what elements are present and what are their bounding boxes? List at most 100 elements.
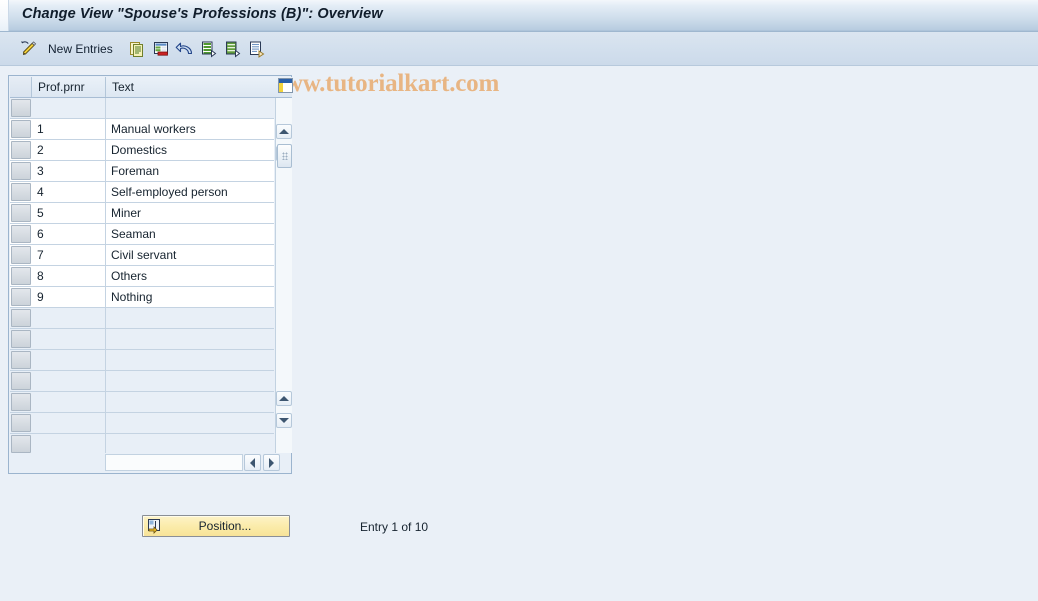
scroll-thumb[interactable] bbox=[277, 144, 292, 168]
column-config-icon[interactable] bbox=[278, 78, 293, 93]
table-row[interactable]: 9 Nothing bbox=[10, 287, 274, 308]
cell-text[interactable]: Self-employed person bbox=[106, 182, 274, 202]
undo-icon[interactable] bbox=[174, 37, 196, 61]
cell-text[interactable]: Others bbox=[106, 266, 274, 286]
row-select-button[interactable] bbox=[11, 372, 31, 390]
page-title: Change View "Spouse's Professions (B)": … bbox=[22, 6, 383, 22]
table-row[interactable]: 3 Foreman bbox=[10, 161, 274, 182]
cell-text[interactable] bbox=[106, 371, 274, 391]
cell-prof[interactable]: 6 bbox=[32, 224, 106, 244]
scroll-page-down-icon[interactable] bbox=[276, 413, 292, 428]
entry-status-text: Entry 1 of 10 bbox=[360, 520, 429, 534]
row-select-button[interactable] bbox=[11, 225, 31, 243]
table-row[interactable] bbox=[10, 434, 274, 453]
cell-text[interactable]: Seaman bbox=[106, 224, 274, 244]
delete-row-icon[interactable] bbox=[150, 37, 172, 61]
cell-prof[interactable] bbox=[32, 308, 106, 328]
cell-prof[interactable]: 7 bbox=[32, 245, 106, 265]
row-select-button[interactable] bbox=[11, 435, 31, 453]
row-select-button[interactable] bbox=[11, 393, 31, 411]
table-row[interactable]: 2 Domestics bbox=[10, 140, 274, 161]
column-header-prof[interactable]: Prof.prnr bbox=[32, 77, 106, 97]
column-header-text[interactable]: Text bbox=[106, 77, 276, 97]
cell-prof[interactable]: 8 bbox=[32, 266, 106, 286]
scroll-left-icon[interactable] bbox=[244, 454, 261, 471]
cell-text[interactable]: Civil servant bbox=[106, 245, 274, 265]
cell-prof[interactable]: 4 bbox=[32, 182, 106, 202]
cell-prof[interactable] bbox=[32, 350, 106, 370]
table-row[interactable] bbox=[10, 413, 274, 434]
window-title-bar: Change View "Spouse's Professions (B)": … bbox=[0, 0, 1038, 32]
cell-text[interactable] bbox=[106, 350, 274, 370]
table-row[interactable]: 5 Miner bbox=[10, 203, 274, 224]
title-bar-left-edge bbox=[0, 0, 9, 31]
entries-table-panel: Prof.prnr Text 1 Manual workers 2 Domestics… bbox=[8, 75, 293, 474]
details-icon[interactable] bbox=[246, 37, 268, 61]
pencil-icon[interactable] bbox=[16, 37, 42, 61]
table-vertical-scrollbar[interactable] bbox=[275, 98, 292, 453]
row-select-button[interactable] bbox=[11, 309, 31, 327]
cell-prof[interactable] bbox=[32, 392, 106, 412]
cell-text[interactable]: Domestics bbox=[106, 140, 274, 160]
row-select-button[interactable] bbox=[11, 414, 31, 432]
row-select-button[interactable] bbox=[11, 351, 31, 369]
cell-prof[interactable] bbox=[32, 434, 106, 453]
table-row[interactable]: 7 Civil servant bbox=[10, 245, 274, 266]
cell-prof[interactable] bbox=[32, 413, 106, 433]
table-horizontal-scrollbar[interactable] bbox=[105, 454, 243, 471]
table-row[interactable]: 1 Manual workers bbox=[10, 119, 274, 140]
cell-text[interactable]: Miner bbox=[106, 203, 274, 223]
row-select-button[interactable] bbox=[11, 267, 31, 285]
row-select-button[interactable] bbox=[11, 330, 31, 348]
cell-text[interactable]: Manual workers bbox=[106, 119, 274, 139]
table-row[interactable] bbox=[10, 392, 274, 413]
table-row[interactable]: 6 Seaman bbox=[10, 224, 274, 245]
cell-prof[interactable] bbox=[32, 329, 106, 349]
scroll-page-up-icon[interactable] bbox=[276, 391, 292, 406]
table-rows-container: 1 Manual workers 2 Domestics 3 Foreman 4 Self-e… bbox=[10, 98, 274, 453]
cell-text[interactable] bbox=[106, 329, 274, 349]
cell-text[interactable] bbox=[106, 413, 274, 433]
deselect-all-icon[interactable] bbox=[222, 37, 244, 61]
row-select-button[interactable] bbox=[11, 183, 31, 201]
cell-prof[interactable]: 1 bbox=[32, 119, 106, 139]
table-header-row: Prof.prnr Text bbox=[10, 77, 293, 98]
cell-prof[interactable]: 2 bbox=[32, 140, 106, 160]
table-row[interactable] bbox=[10, 350, 274, 371]
table-row[interactable]: 8 Others bbox=[10, 266, 274, 287]
scroll-right-icon[interactable] bbox=[263, 454, 280, 471]
row-select-button[interactable] bbox=[11, 288, 31, 306]
table-row[interactable] bbox=[10, 329, 274, 350]
table-row[interactable]: 4 Self-employed person bbox=[10, 182, 274, 203]
select-all-column-header[interactable] bbox=[10, 77, 32, 97]
cell-prof[interactable]: 5 bbox=[32, 203, 106, 223]
cell-text[interactable] bbox=[106, 98, 274, 118]
row-select-button[interactable] bbox=[11, 99, 31, 117]
cell-prof[interactable] bbox=[32, 371, 106, 391]
cell-prof[interactable]: 9 bbox=[32, 287, 106, 307]
cell-text[interactable] bbox=[106, 434, 274, 453]
position-icon bbox=[143, 518, 167, 534]
row-select-button[interactable] bbox=[11, 141, 31, 159]
row-select-button[interactable] bbox=[11, 162, 31, 180]
table-row[interactable] bbox=[10, 308, 274, 329]
table-row[interactable] bbox=[10, 371, 274, 392]
new-entries-button[interactable]: New Entries bbox=[48, 42, 113, 56]
row-select-button[interactable] bbox=[11, 246, 31, 264]
site-watermark: www.tutorialkart.com bbox=[267, 70, 500, 97]
cell-text[interactable]: Foreman bbox=[106, 161, 274, 181]
cell-text[interactable] bbox=[106, 308, 274, 328]
copy-icon[interactable] bbox=[126, 37, 148, 61]
cell-prof[interactable]: 3 bbox=[32, 161, 106, 181]
cell-prof[interactable] bbox=[32, 98, 106, 118]
select-all-icon[interactable] bbox=[198, 37, 220, 61]
row-select-button[interactable] bbox=[11, 204, 31, 222]
application-toolbar: New Entries www.tutorialkart.com bbox=[0, 32, 1038, 97]
position-button-label: Position... bbox=[198, 519, 252, 533]
row-select-button[interactable] bbox=[11, 120, 31, 138]
scroll-up-icon[interactable] bbox=[276, 124, 292, 139]
cell-text[interactable] bbox=[106, 392, 274, 412]
table-row[interactable] bbox=[10, 98, 274, 119]
cell-text[interactable]: Nothing bbox=[106, 287, 274, 307]
position-button[interactable]: Position... bbox=[142, 515, 290, 537]
